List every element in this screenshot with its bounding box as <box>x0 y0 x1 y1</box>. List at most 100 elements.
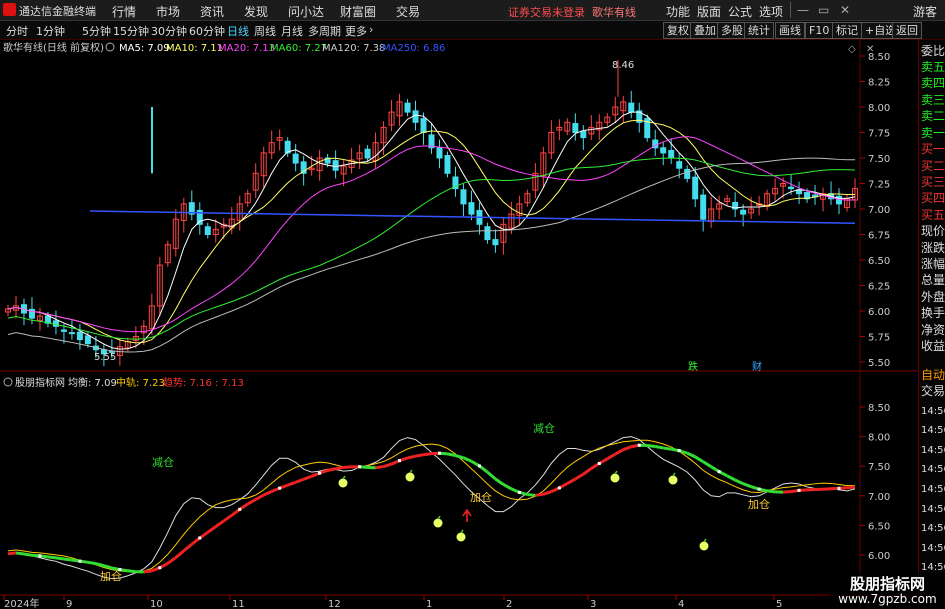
close-icon[interactable]: ✕ <box>840 3 850 17</box>
menu-ask[interactable]: 问小达 <box>288 3 324 20</box>
guest-label[interactable]: 游客 <box>913 3 937 20</box>
x-tick-label: 9 <box>66 599 72 609</box>
menu-market[interactable]: 市场 <box>156 3 180 20</box>
sidebar-item[interactable]: 外盘 <box>921 290 945 304</box>
chevron-right-icon[interactable]: › <box>369 23 373 36</box>
trend-dot <box>637 443 641 447</box>
tf-more[interactable]: 更多 <box>345 23 367 39</box>
menu-function[interactable]: 功能 <box>666 3 690 20</box>
ma250-legend: MA250: 6.86 <box>382 43 445 54</box>
candle-body <box>404 102 411 113</box>
sidebar-item[interactable]: 14:56 <box>921 463 945 477</box>
sidebar-item[interactable]: 委比 <box>921 44 945 58</box>
menu-formula[interactable]: 公式 <box>728 3 752 20</box>
sidebar-item[interactable]: 买五 <box>921 208 945 222</box>
reduce-position-marker: 减仓 <box>533 421 555 435</box>
tf-5min[interactable]: 5分钟 <box>82 23 111 39</box>
quote-sidebar: 委比卖五卖四卖三卖二卖一买一买二买三买四买五现价涨跌涨幅总量外盘换手净资收益自动… <box>918 40 945 609</box>
back-button[interactable]: 返回 <box>892 22 922 39</box>
menu-wealth[interactable]: 财富圈 <box>340 3 376 20</box>
sidebar-item[interactable]: 14:56 <box>921 424 945 438</box>
sidebar-item[interactable]: 卖四 <box>921 76 945 90</box>
trend-segment <box>55 556 65 561</box>
sidebar-item[interactable]: 买四 <box>921 191 945 205</box>
restore-icon[interactable]: ▭ <box>818 3 829 17</box>
sidebar-item[interactable]: 换手 <box>921 306 945 320</box>
tf-monthly[interactable]: 月线 <box>281 23 303 39</box>
y-tick-label: 6.50 <box>868 256 890 267</box>
trend-dot <box>557 486 561 490</box>
sidebar-item[interactable]: 交易 <box>921 384 945 398</box>
close-panel-icon[interactable]: ✕ <box>866 44 874 55</box>
ma10-legend: MA10: 7.11 <box>166 43 223 54</box>
overlay-button[interactable]: 叠加 <box>690 22 720 39</box>
sidebar-item[interactable]: 14:56 <box>921 483 945 497</box>
menu-options[interactable]: 选项 <box>759 3 783 20</box>
sidebar-item[interactable]: 卖一 <box>921 126 945 140</box>
y-tick-label: 7.50 <box>868 462 890 473</box>
trend-dot <box>278 486 282 490</box>
mark-button[interactable]: 标记 <box>832 22 862 39</box>
trend-dot <box>477 464 481 468</box>
trend-segment <box>127 569 137 574</box>
sidebar-item[interactable]: 收益 <box>921 339 945 353</box>
tf-60min[interactable]: 60分钟 <box>189 23 225 39</box>
draw-line-button[interactable]: 画线 <box>775 22 805 39</box>
sidebar-item[interactable]: 14:56 <box>921 542 945 556</box>
high-price-label: 8.46 <box>612 60 634 71</box>
sidebar-item[interactable]: 自动 <box>921 368 945 382</box>
sidebar-item[interactable]: 14:56 <box>921 522 945 536</box>
tf-15min[interactable]: 15分钟 <box>113 23 149 39</box>
sub-indicator-name: 股朋指标网 <box>15 376 65 389</box>
tf-daily[interactable]: 日线 <box>227 23 249 39</box>
sidebar-item[interactable]: 14:56 <box>921 503 945 517</box>
sidebar-item[interactable]: 卖二 <box>921 109 945 123</box>
menu-news[interactable]: 资讯 <box>200 3 224 20</box>
sidebar-item[interactable]: 净资 <box>921 323 945 337</box>
tf-intraday[interactable]: 分时 <box>6 23 28 39</box>
menu-quotes[interactable]: 行情 <box>112 3 136 20</box>
login-warning[interactable]: 证券交易未登录 <box>508 4 585 20</box>
menu-trade[interactable]: 交易 <box>396 3 420 20</box>
diamond-icon[interactable]: ◇ <box>848 44 856 55</box>
kline-chart[interactable]: 8.50 8.25 8.00 7.75 7.50 7.25 7.00 6.75 6.50 6.25… <box>0 40 945 609</box>
minimize-icon[interactable]: — <box>797 3 809 17</box>
apple-icon <box>699 541 709 551</box>
trend-segment <box>335 465 344 471</box>
sidebar-item[interactable]: 涨幅 <box>921 257 945 271</box>
x-tick-label: 3 <box>590 599 596 609</box>
sidebar-item[interactable]: 卖五 <box>921 60 945 74</box>
trend-segment <box>87 560 97 566</box>
stock-legend: 歌华有线(日线 前复权) <box>3 41 104 54</box>
trend-dot <box>358 465 362 469</box>
multi-stock-button[interactable]: 多股 <box>717 22 747 39</box>
sidebar-item[interactable]: 14:56 <box>921 444 945 458</box>
fuquan-button[interactable]: 复权 <box>663 22 693 39</box>
candle-body <box>84 335 91 345</box>
sidebar-item[interactable]: 买三 <box>921 175 945 189</box>
sidebar-item[interactable]: 现价 <box>921 224 945 238</box>
sidebar-item[interactable]: 买二 <box>921 159 945 173</box>
tf-1min[interactable]: 1分钟 <box>36 23 65 39</box>
apple-icon <box>338 478 348 488</box>
candle-body <box>492 239 499 246</box>
y-tick-label: 7.50 <box>868 154 890 165</box>
tf-30min[interactable]: 30分钟 <box>151 23 187 39</box>
sidebar-item[interactable]: 14:56 <box>921 405 945 419</box>
stats-button[interactable]: 统计 <box>744 22 774 39</box>
menu-layout[interactable]: 版面 <box>697 3 721 20</box>
f10-button[interactable]: F10 <box>805 22 834 39</box>
trend-segment <box>327 467 336 472</box>
add-position-marker: 加仓 <box>748 497 770 511</box>
menu-discover[interactable]: 发现 <box>244 3 268 20</box>
sidebar-item[interactable]: 买一 <box>921 142 945 156</box>
sidebar-item[interactable]: 涨跌 <box>921 241 945 255</box>
y-tick-label: 8.00 <box>868 433 890 444</box>
tf-multi[interactable]: 多周期 <box>308 23 341 39</box>
trend-dot <box>677 449 681 453</box>
tf-weekly[interactable]: 周线 <box>254 23 276 39</box>
trend-segment <box>63 557 73 562</box>
sidebar-item[interactable]: 卖三 <box>921 93 945 107</box>
candle-body <box>788 186 795 190</box>
sidebar-item[interactable]: 总量 <box>921 273 945 287</box>
